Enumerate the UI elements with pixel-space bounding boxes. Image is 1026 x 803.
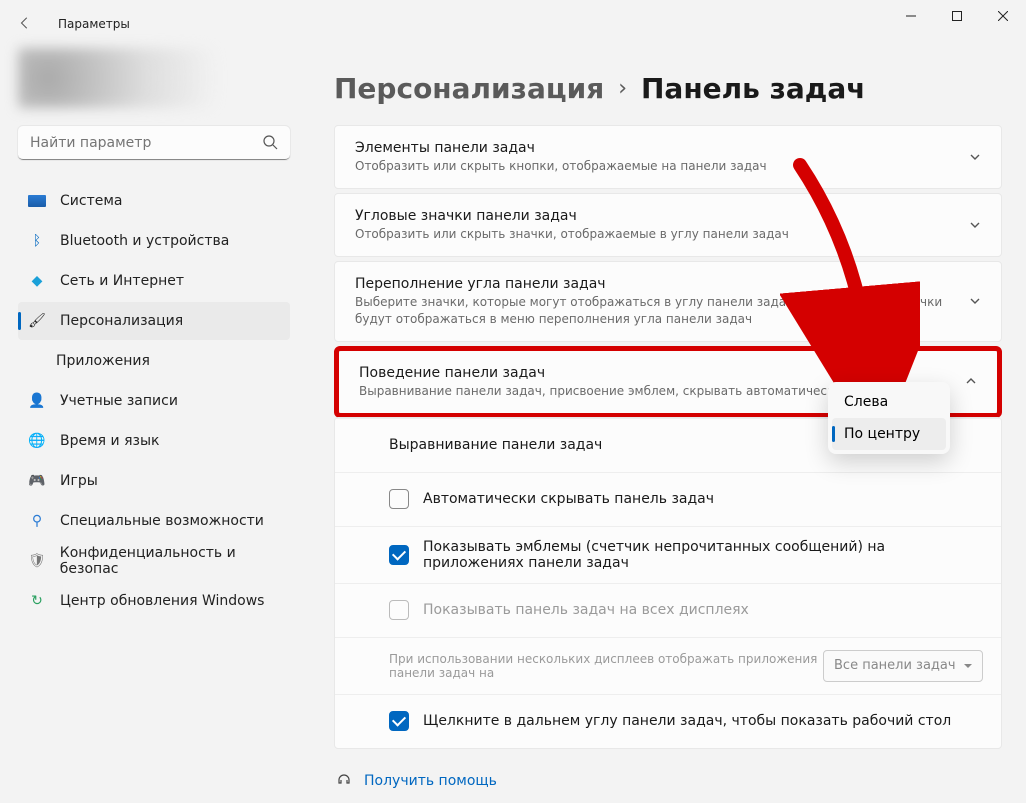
card-title: Элементы панели задач — [355, 140, 959, 156]
sidebar-item-label: Система — [60, 193, 122, 209]
sidebar-item-privacy[interactable]: 🛡 Конфиденциальность и безопас — [18, 542, 290, 580]
chevron-right-icon: › — [618, 76, 627, 101]
chevron-down-icon — [969, 148, 983, 167]
breadcrumb: Персонализация › Панель задач — [334, 72, 1002, 105]
dropdown-option-left[interactable]: Слева — [832, 386, 946, 418]
checkbox-auto-hide[interactable] — [389, 489, 409, 509]
card-subtitle: Отобразить или скрыть значки, отображаем… — [355, 226, 959, 242]
sidebar-item-accessibility[interactable]: ⚲ Специальные возможности — [18, 502, 290, 540]
checkbox-all-displays — [389, 600, 409, 620]
sidebar-item-gaming[interactable]: 🎮 Игры — [18, 462, 290, 500]
person-icon: 👤 — [28, 392, 46, 410]
back-button[interactable] — [18, 15, 38, 34]
row-auto-hide[interactable]: Автоматически скрывать панель задач — [335, 472, 1001, 526]
setting-label: Автоматически скрывать панель задач — [423, 491, 983, 507]
sidebar-item-system[interactable]: Система — [18, 182, 290, 220]
setting-label: При использовании нескольких дисплеев от… — [389, 652, 823, 680]
paintbrush-icon: 🖌 — [28, 312, 46, 330]
window-title: Параметры — [58, 17, 130, 31]
display-icon — [28, 195, 46, 207]
card-title: Переполнение угла панели задач — [355, 276, 959, 292]
maximize-button[interactable] — [934, 0, 980, 32]
gamepad-icon: 🎮 — [28, 472, 46, 490]
sidebar-item-label: Конфиденциальность и безопас — [60, 545, 290, 577]
sidebar-item-label: Специальные возможности — [60, 513, 264, 529]
minimize-button[interactable] — [888, 0, 934, 32]
alignment-dropdown[interactable]: Слева По центру — [828, 382, 950, 454]
checkbox-far-corner[interactable] — [389, 711, 409, 731]
accessibility-icon: ⚲ — [28, 512, 46, 530]
dropdown-option-center[interactable]: По центру — [832, 418, 946, 450]
setting-label: Щелкните в дальнем углу панели задач, чт… — [423, 713, 983, 729]
chevron-down-icon — [969, 216, 983, 235]
sidebar-item-label: Сеть и Интернет — [60, 273, 184, 289]
sidebar-item-apps[interactable]: Приложения — [18, 342, 290, 380]
breadcrumb-parent[interactable]: Персонализация — [334, 72, 604, 105]
user-account-block[interactable] — [18, 48, 290, 108]
chevron-up-icon — [965, 372, 979, 391]
row-all-displays: Показывать панель задач на всех дисплеях — [335, 583, 1001, 637]
sidebar-item-windows-update[interactable]: ↻ Центр обновления Windows — [18, 582, 290, 620]
combo-multi-display: Все панели задач — [823, 650, 983, 682]
search-icon — [262, 134, 278, 154]
apps-icon — [28, 354, 42, 368]
card-corner-icons[interactable]: Угловые значки панели задач Отобразить и… — [334, 193, 1002, 257]
sidebar-item-accounts[interactable]: 👤 Учетные записи — [18, 382, 290, 420]
setting-label: Показывать эмблемы (счетчик непрочитанны… — [423, 539, 983, 571]
update-icon: ↻ — [28, 592, 46, 610]
row-far-corner-desktop[interactable]: Щелкните в дальнем углу панели задач, чт… — [335, 694, 1001, 748]
sidebar-item-bluetooth[interactable]: ᛒ Bluetooth и устройства — [18, 222, 290, 260]
help-link-label: Получить помощь — [364, 773, 497, 789]
page-title: Панель задач — [641, 72, 866, 105]
card-taskbar-items[interactable]: Элементы панели задач Отобразить или скр… — [334, 125, 1002, 189]
card-corner-overflow[interactable]: Переполнение угла панели задач Выберите … — [334, 261, 1002, 341]
clock-globe-icon: 🌐 — [28, 432, 46, 450]
shield-icon: 🛡 — [28, 552, 46, 570]
card-title: Поведение панели задач — [359, 365, 955, 381]
sidebar-item-label: Приложения — [56, 353, 150, 369]
card-subtitle: Отобразить или скрыть кнопки, отображаем… — [355, 158, 959, 174]
sidebar-item-time-language[interactable]: 🌐 Время и язык — [18, 422, 290, 460]
get-help-link[interactable]: Получить помощь — [334, 753, 1002, 803]
sidebar-item-network[interactable]: ◆ Сеть и Интернет — [18, 262, 290, 300]
card-subtitle: Выберите значки, которые могут отображат… — [355, 294, 959, 326]
row-show-badges[interactable]: Показывать эмблемы (счетчик непрочитанны… — [335, 526, 1001, 583]
checkbox-show-badges[interactable] — [389, 545, 409, 565]
sidebar-item-label: Центр обновления Windows — [60, 593, 264, 609]
card-title: Угловые значки панели задач — [355, 208, 959, 224]
sidebar-item-personalization[interactable]: 🖌 Персонализация — [18, 302, 290, 340]
sidebar-item-label: Игры — [60, 473, 98, 489]
bluetooth-icon: ᛒ — [28, 232, 46, 250]
search-input[interactable] — [18, 126, 290, 160]
chevron-down-icon — [969, 292, 983, 311]
headset-icon — [336, 771, 352, 791]
taskbar-behavior-panel: Выравнивание панели задач Автоматически … — [334, 417, 1002, 749]
sidebar-item-label: Учетные записи — [60, 393, 178, 409]
sidebar-item-label: Bluetooth и устройства — [60, 233, 229, 249]
close-button[interactable] — [980, 0, 1026, 32]
sidebar-item-label: Персонализация — [60, 313, 183, 329]
wifi-icon: ◆ — [28, 272, 46, 290]
sidebar-item-label: Время и язык — [60, 433, 159, 449]
combo-value: Все панели задач — [834, 658, 956, 673]
setting-label: Показывать панель задач на всех дисплеях — [423, 602, 983, 618]
row-multi-display-apps: При использовании нескольких дисплеев от… — [335, 637, 1001, 694]
